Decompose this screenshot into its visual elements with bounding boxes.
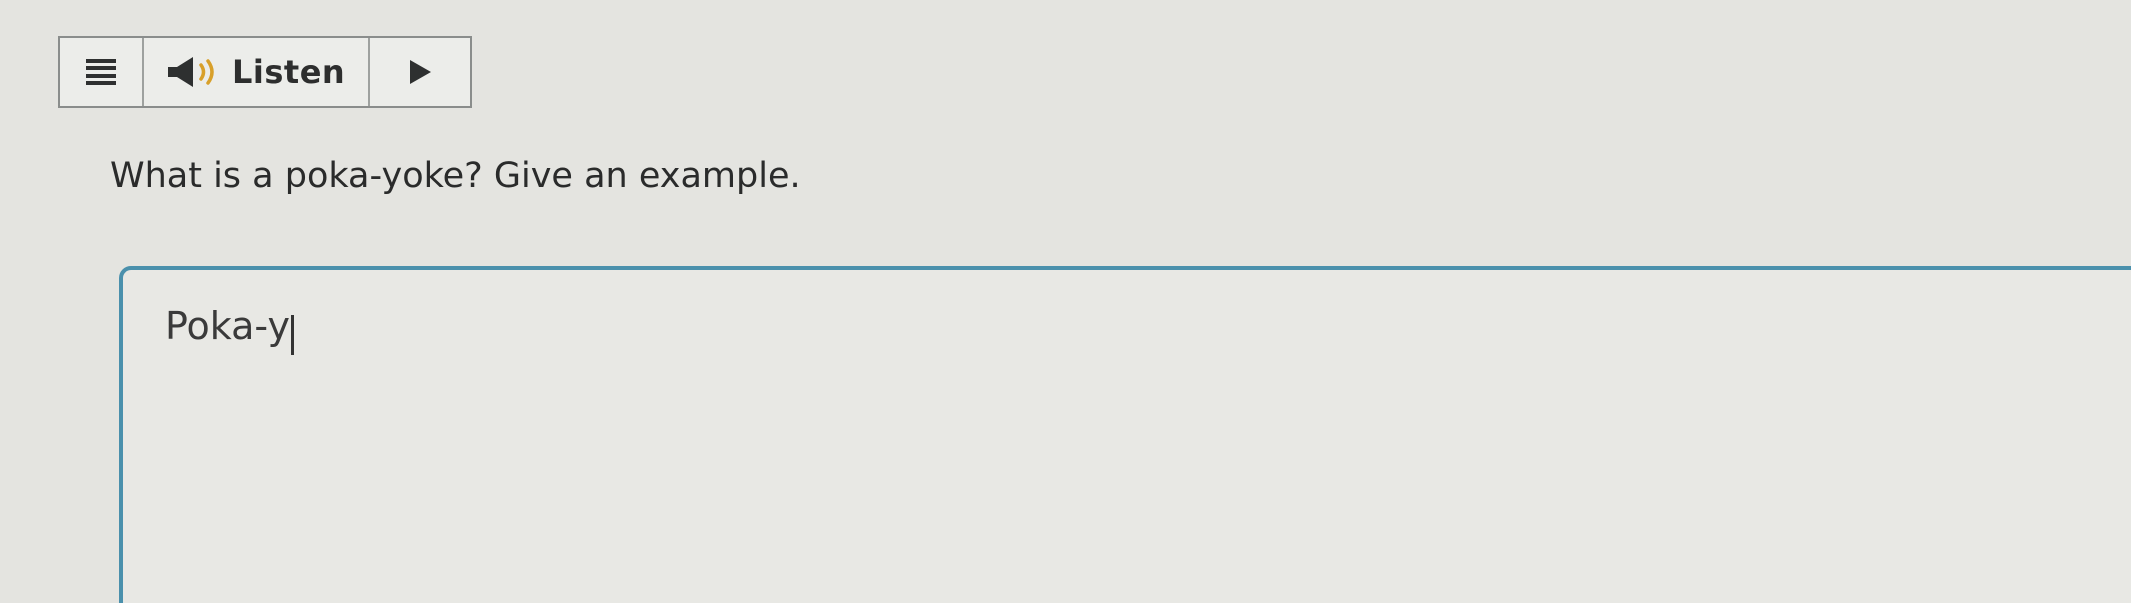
play-button[interactable] [370,38,470,106]
read-aloud-toolbar: Listen [58,36,472,108]
speaker-icon [168,57,214,87]
hamburger-menu-icon [86,59,116,85]
play-icon [410,60,431,84]
answer-textarea[interactable]: Poka-y [119,266,2131,603]
text-cursor [290,314,294,355]
menu-button[interactable] [60,38,144,106]
listen-button[interactable]: Listen [144,38,370,106]
listen-label: Listen [232,53,346,91]
answer-text: Poka-y [165,304,290,348]
question-text: What is a poka-yoke? Give an example. [110,156,801,196]
